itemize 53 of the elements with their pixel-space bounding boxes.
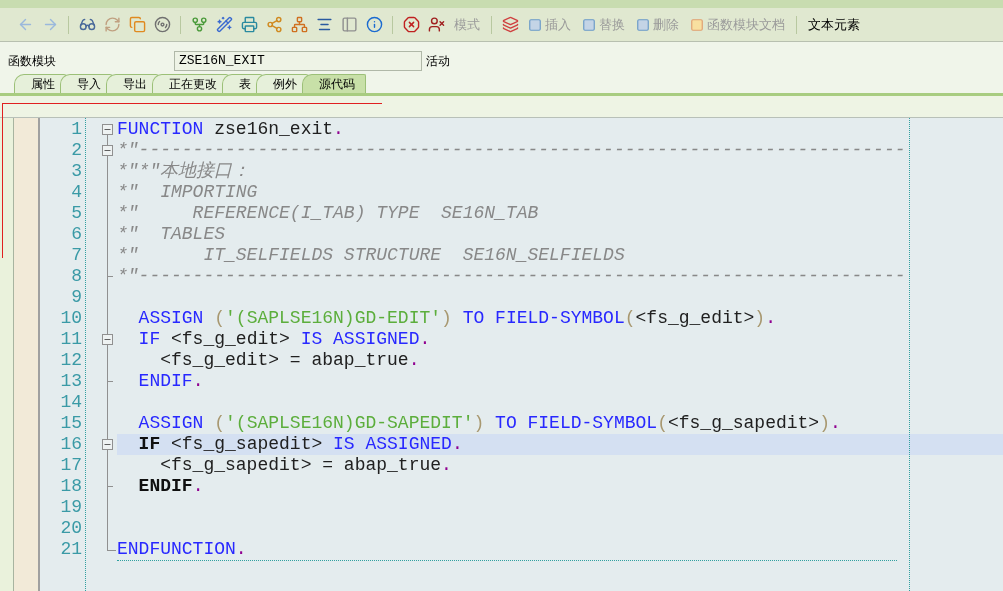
block-icon: [582, 17, 596, 32]
line-number: 19: [59, 497, 83, 518]
field-label: 函数模块: [8, 53, 57, 70]
stop-icon: [402, 16, 420, 33]
hierarchy-icon: [290, 16, 308, 33]
collapse-icon[interactable]: [102, 439, 113, 450]
line-number: 7: [70, 245, 83, 266]
line-number: 16: [59, 434, 83, 455]
tab[interactable]: 导入: [60, 74, 112, 93]
tab[interactable]: 源代码: [302, 74, 366, 93]
line-number: 2: [70, 140, 83, 161]
collapse-icon[interactable]: [102, 334, 113, 345]
info-icon: [365, 16, 383, 33]
line-number: 8: [70, 266, 83, 287]
line-number: 1: [70, 119, 83, 140]
line-number: 21: [59, 539, 83, 560]
fork-icon: [190, 16, 208, 33]
glasses-icon: [78, 16, 96, 33]
line-number: 11: [59, 329, 83, 350]
align-icon: [315, 16, 333, 33]
collapse-icon[interactable]: [102, 124, 113, 135]
share-icon: [265, 16, 283, 33]
tab[interactable]: 属性: [14, 74, 66, 93]
line-number: 20: [59, 518, 83, 539]
block-icon: [690, 17, 704, 32]
toolbar-button[interactable]: 文本元素: [804, 12, 864, 37]
tab[interactable]: 导出: [106, 74, 158, 93]
line-number: 13: [59, 371, 83, 392]
panel-icon: [340, 16, 358, 33]
wand-icon: [215, 16, 233, 33]
line-number: 9: [70, 287, 83, 308]
printer-icon: [240, 16, 258, 33]
line-number: 17: [59, 455, 83, 476]
tab[interactable]: 例外: [256, 74, 308, 93]
line-number: 6: [70, 224, 83, 245]
block-icon: [636, 17, 650, 32]
line-number: 15: [59, 413, 83, 434]
user-icon: [427, 16, 445, 33]
copy-icon: [128, 16, 146, 33]
line-number: 5: [70, 203, 83, 224]
line-number: 3: [70, 161, 83, 182]
status-label: 活动: [426, 53, 450, 70]
line-number: 12: [59, 350, 83, 371]
line-number: 4: [70, 182, 83, 203]
line-number: 18: [59, 476, 83, 497]
collapse-icon[interactable]: [102, 145, 113, 156]
line-number: 10: [59, 308, 83, 329]
block-icon: [528, 17, 542, 32]
refresh-icon: [103, 16, 121, 33]
layers-icon: [501, 16, 519, 33]
line-number: 14: [59, 392, 83, 413]
function-module-field[interactable]: ZSE16N_EXIT: [174, 51, 422, 71]
tab[interactable]: 正在更改: [152, 74, 228, 93]
